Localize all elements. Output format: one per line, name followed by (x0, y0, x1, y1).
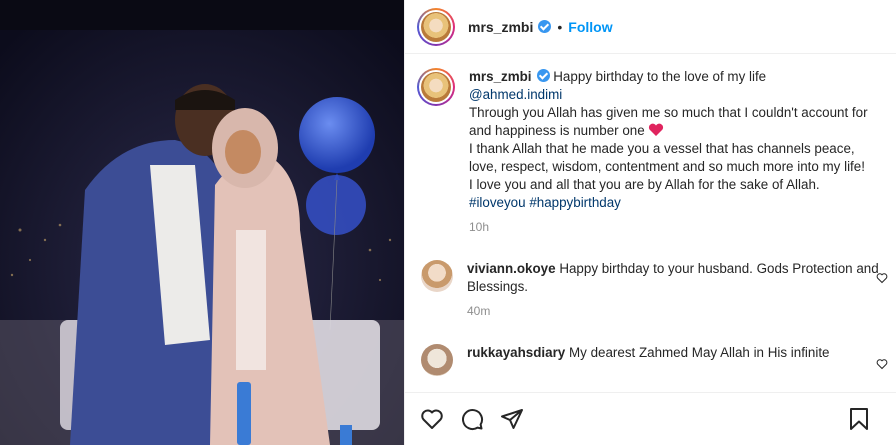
comment-icon[interactable] (460, 407, 484, 431)
comment-item: rukkayahsdiary My dearest Zahmed May All… (405, 320, 896, 376)
like-comment-heart-icon[interactable] (876, 358, 888, 370)
follow-button[interactable]: Follow (568, 19, 612, 35)
verified-badge-icon (536, 69, 550, 82)
comment-item: viviann.okoye Happy birthday to your hus… (405, 236, 896, 320)
red-heart-emoji (649, 123, 664, 136)
caption-line2: Through you Allah has given me so much t… (469, 105, 868, 138)
avatar-image (421, 11, 451, 42)
post-header: mrs_zmbi • Follow (405, 0, 896, 54)
heart-icon[interactable] (420, 407, 444, 431)
caption-time[interactable]: 10h (469, 218, 880, 236)
post-photo[interactable] (0, 0, 404, 445)
couple-photo (0, 0, 404, 445)
caption-avatar[interactable] (417, 68, 455, 106)
separator-dot: • (557, 18, 563, 35)
caption: mrs_zmbi Happy birthday to the love of m… (405, 54, 896, 236)
verified-badge-icon (538, 20, 552, 33)
mention-link[interactable]: @ahmed.indimi (469, 87, 562, 102)
hashtag-link[interactable]: #iloveyou (469, 195, 526, 210)
bookmark-icon[interactable] (848, 407, 870, 431)
comment-username[interactable]: viviann.okoye (467, 261, 556, 276)
caption-line3: I thank Allah that he made you a vessel … (469, 141, 865, 174)
caption-line4: I love you and all that you are by Allah… (469, 177, 820, 192)
post-sidebar: mrs_zmbi • Follow mrs_zmbi Happy birthda… (404, 0, 896, 445)
comment-text: My dearest Zahmed May Allah in His infin… (569, 345, 830, 360)
comments-area[interactable]: mrs_zmbi Happy birthday to the love of m… (405, 54, 896, 392)
caption-line1: Happy birthday to the love of my life (553, 69, 767, 84)
comment-avatar[interactable] (421, 344, 453, 376)
comment-avatar[interactable] (421, 260, 453, 292)
action-bar (405, 392, 896, 445)
avatar[interactable] (417, 7, 455, 46)
header-username[interactable]: mrs_zmbi (468, 19, 533, 35)
hashtag-link[interactable]: #happybirthday (529, 195, 621, 210)
like-comment-heart-icon[interactable] (876, 272, 888, 284)
comment-username[interactable]: rukkayahsdiary (467, 345, 565, 360)
caption-username[interactable]: mrs_zmbi (469, 69, 532, 84)
comment-time[interactable]: 40m (467, 302, 880, 320)
share-icon[interactable] (500, 407, 524, 431)
